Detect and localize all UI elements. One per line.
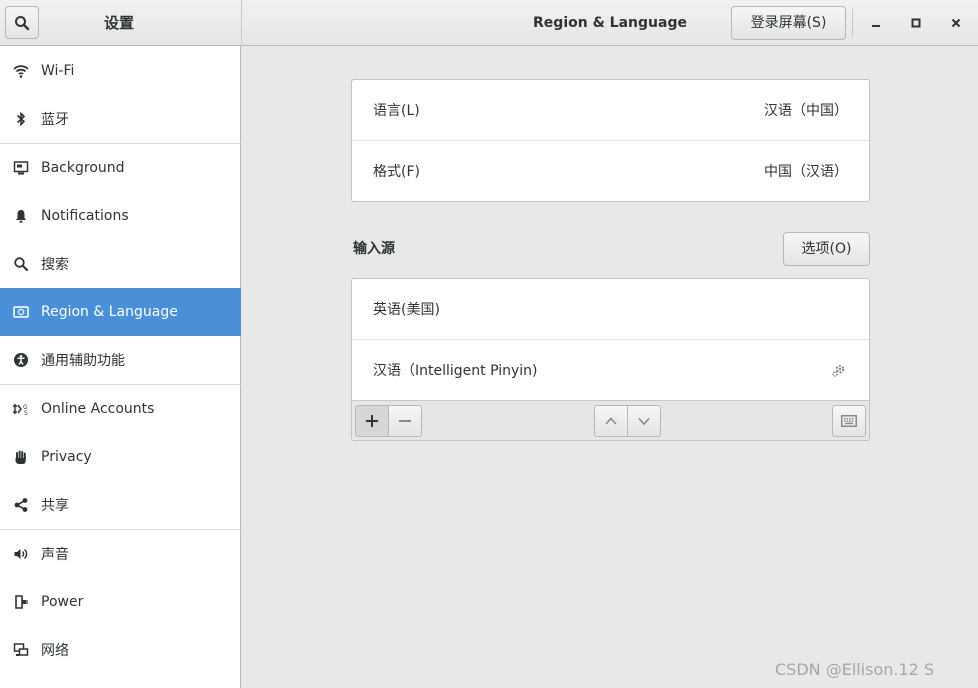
share-icon (12, 496, 30, 514)
sidebar-item-region-language[interactable]: Region & Language (0, 288, 241, 336)
minus-icon (399, 420, 411, 422)
options-button[interactable]: 选项(O) (783, 232, 870, 266)
bell-icon (12, 207, 30, 225)
language-label: 语言(L) (373, 103, 420, 119)
sidebar-item-bluetooth[interactable]: 蓝牙 (0, 95, 241, 143)
keyboard-icon (841, 415, 857, 427)
input-source-label: 汉语（Intelligent Pinyin) (373, 363, 538, 379)
wifi-icon (12, 62, 30, 80)
language-value: 汉语（中国） (764, 103, 848, 119)
search-icon (12, 255, 30, 273)
accessibility-icon (12, 351, 30, 369)
chevron-up-icon (605, 417, 617, 425)
online-accounts-icon: GS (12, 400, 30, 418)
sidebar-item-label: 网络 (41, 643, 69, 659)
sidebar-item-label: 搜索 (41, 257, 69, 273)
region-panel: 语言(L) 汉语（中国） 格式(F) 中国（汉语） (351, 79, 870, 202)
search-icon (15, 15, 30, 30)
sidebar-item-sound[interactable]: 声音 (0, 530, 241, 578)
formats-row[interactable]: 格式(F) 中国（汉语） (352, 141, 869, 201)
formats-label: 格式(F) (373, 164, 420, 180)
window-title: Region & Language (533, 15, 687, 31)
move-up-button[interactable] (594, 405, 628, 437)
sidebar-item-privacy[interactable]: Privacy (0, 433, 241, 481)
sidebar-item-accessibility[interactable]: 通用辅助功能 (0, 336, 241, 384)
sidebar-item-label: 共享 (41, 498, 69, 514)
sidebar-item-label: Wi-Fi (41, 63, 75, 79)
sidebar-item-label: Region & Language (41, 304, 178, 320)
maximize-button[interactable] (901, 8, 931, 38)
sidebar-item-sharing[interactable]: 共享 (0, 481, 241, 529)
input-sources-title: 输入源 (353, 241, 395, 257)
sidebar: Wi-Fi 蓝牙 Background Notifications 搜索 Reg… (0, 46, 241, 688)
input-sources-toolbar (352, 400, 869, 440)
add-input-source-button[interactable] (355, 405, 389, 437)
region-icon (12, 303, 30, 321)
sidebar-item-online-accounts[interactable]: GS Online Accounts (0, 385, 241, 433)
sidebar-item-label: Background (41, 160, 125, 176)
sidebar-item-notifications[interactable]: Notifications (0, 192, 241, 240)
sidebar-item-label: 蓝牙 (41, 112, 69, 128)
sidebar-item-search[interactable]: 搜索 (0, 240, 241, 288)
header-bar: 设置 Region & Language 登录屏幕(S) (0, 0, 978, 46)
login-screen-button[interactable]: 登录屏幕(S) (731, 6, 846, 40)
svg-text:S: S (24, 410, 28, 417)
plus-icon (366, 415, 378, 427)
background-icon (12, 159, 30, 177)
input-source-label: 英语(美国) (373, 302, 440, 318)
sidebar-item-label: Power (41, 594, 84, 610)
input-source-row[interactable]: 汉语（Intelligent Pinyin) (352, 340, 869, 400)
network-icon (12, 641, 30, 659)
header-divider (241, 0, 242, 46)
input-source-row[interactable]: 英语(美国) (352, 279, 869, 339)
window-controls-divider (852, 9, 853, 37)
sidebar-item-wifi[interactable]: Wi-Fi (0, 47, 241, 95)
show-keyboard-layout-button[interactable] (832, 405, 866, 437)
close-icon (951, 18, 961, 28)
sidebar-title: 设置 (103, 14, 134, 32)
sidebar-item-power[interactable]: Power (0, 578, 241, 626)
sidebar-item-label: 声音 (41, 547, 69, 563)
sidebar-item-network[interactable]: 网络 (0, 626, 241, 674)
formats-value: 中国（汉语） (764, 164, 848, 180)
remove-input-source-button[interactable] (388, 405, 422, 437)
move-down-button[interactable] (627, 405, 661, 437)
bluetooth-icon (12, 110, 30, 128)
sidebar-item-label: Notifications (41, 208, 129, 224)
close-button[interactable] (941, 8, 971, 38)
sidebar-item-label: 通用辅助功能 (41, 353, 125, 369)
hand-icon (12, 448, 30, 466)
sidebar-item-label: Privacy (41, 449, 92, 465)
input-sources-panel: 英语(美国) 汉语（Intelligent Pinyin) (351, 278, 870, 441)
minimize-button[interactable] (861, 8, 891, 38)
maximize-icon (911, 18, 921, 28)
watermark: CSDN @Ellison.12 S (775, 660, 935, 679)
power-icon (12, 593, 30, 611)
input-source-settings-button[interactable] (830, 361, 848, 379)
search-button[interactable] (5, 6, 39, 39)
minimize-icon (872, 25, 880, 27)
gear-icon (832, 364, 845, 377)
sidebar-item-background[interactable]: Background (0, 144, 241, 192)
language-row[interactable]: 语言(L) 汉语（中国） (352, 80, 869, 140)
chevron-down-icon (638, 417, 650, 426)
sidebar-item-label: Online Accounts (41, 401, 155, 417)
speaker-icon (12, 545, 30, 563)
